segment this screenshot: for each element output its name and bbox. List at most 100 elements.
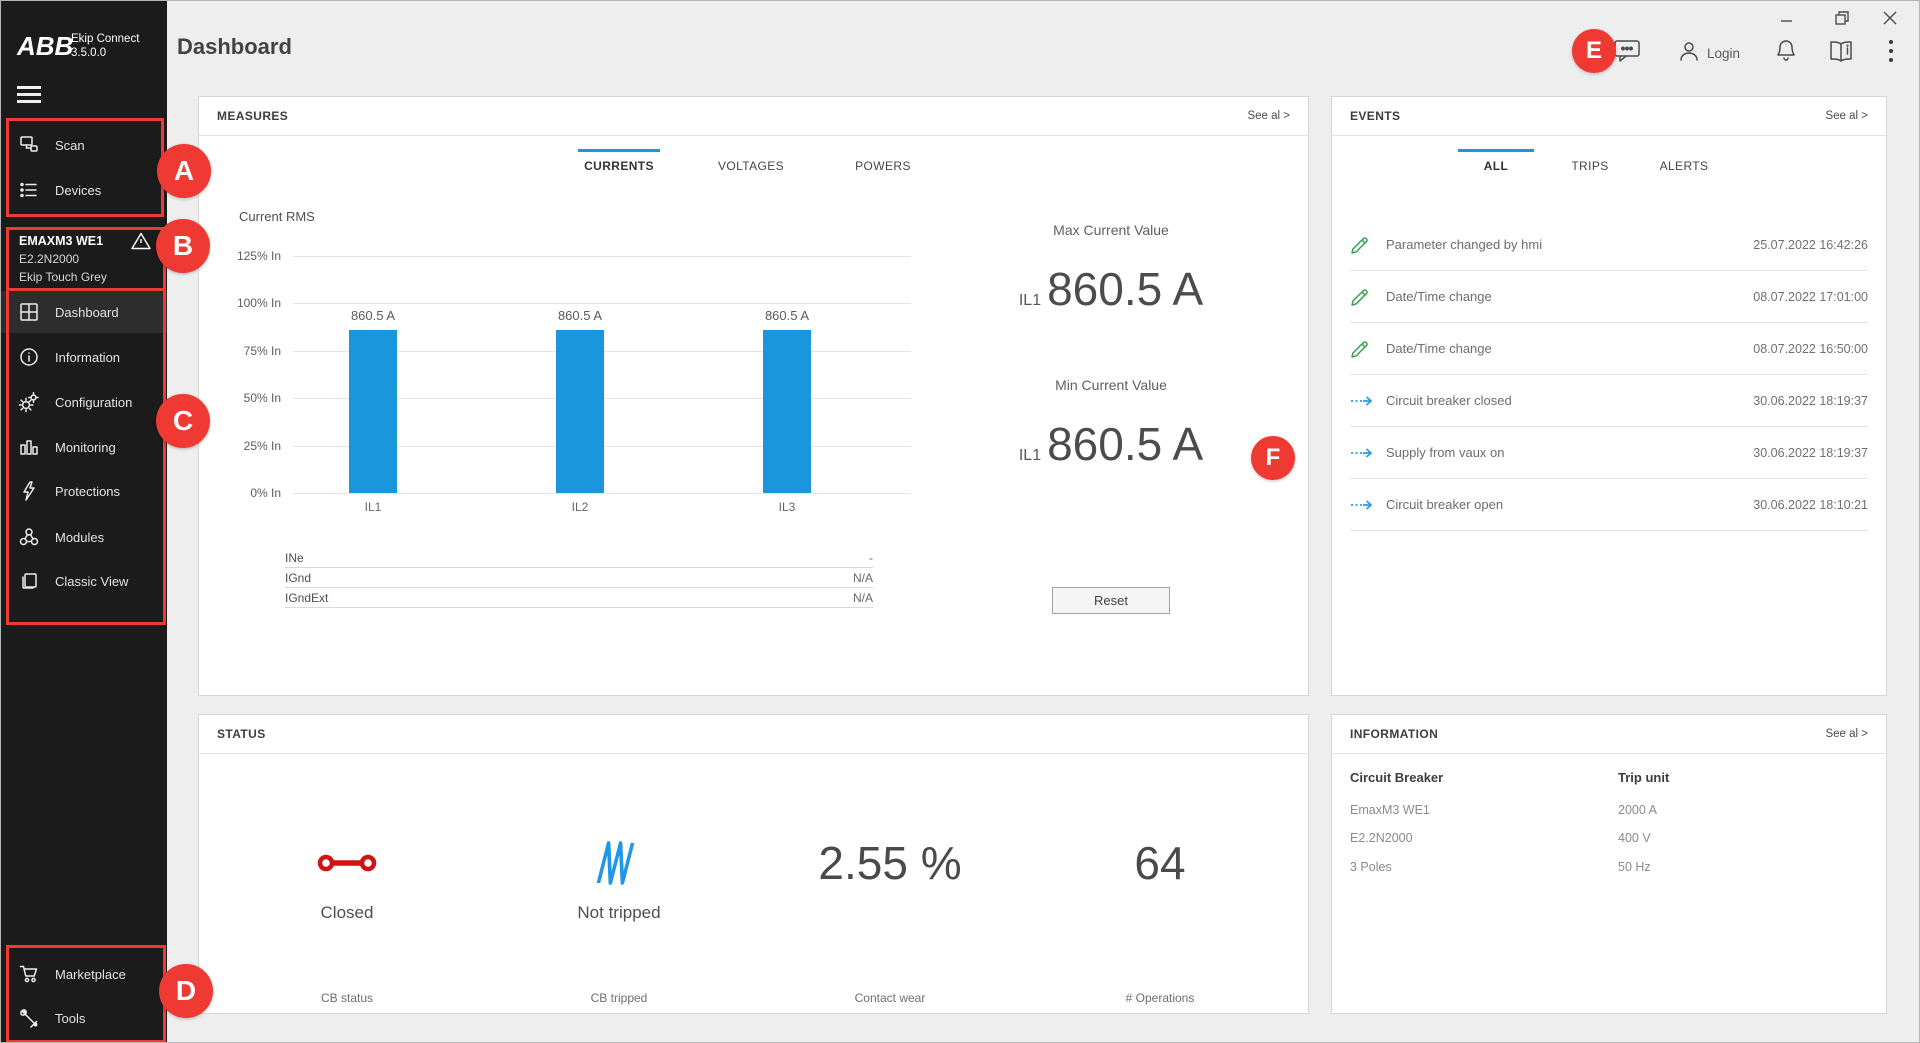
notifications-bell-icon[interactable] (1773, 38, 1799, 64)
tab-alerts[interactable]: ALERTS (1652, 149, 1716, 173)
event-time: 08.07.2022 16:50:00 (1753, 342, 1868, 356)
bar-category-label: IL3 (763, 500, 811, 514)
close-button[interactable] (1881, 9, 1899, 32)
events-list: Parameter changed by hmi 25.07.2022 16:4… (1332, 219, 1886, 531)
tab-currents[interactable]: CURRENTS (584, 149, 654, 173)
row-value: N/A (853, 591, 873, 605)
hamburger-menu-icon[interactable] (17, 86, 41, 104)
sidebar-item-configuration[interactable]: Configuration (1, 381, 167, 423)
lightning-icon (19, 481, 39, 501)
sidebar-item-label: Classic View (55, 574, 128, 589)
annotation-marker-b: B (156, 219, 210, 273)
min-current-phase: IL1 (1019, 447, 1041, 464)
row-label: INe (285, 551, 304, 565)
sidebar: ABB Ekip Connect 3.5.0.0 Scan Devices EM… (1, 1, 167, 1042)
reset-button[interactable]: Reset (1052, 587, 1170, 614)
column-header: Trip unit (1618, 770, 1669, 785)
column-header: Circuit Breaker (1350, 770, 1443, 785)
current-rms-bar-chart: 125% In 100% In 75% In 50% In 25% In 0% … (293, 256, 911, 493)
sidebar-item-label: Devices (55, 183, 101, 198)
bar-il1 (349, 330, 397, 493)
bar-value-label: 860.5 A (351, 308, 395, 323)
info-value: 2000 A (1618, 803, 1657, 817)
sidebar-item-information[interactable]: Information (1, 336, 167, 378)
cb-tripped-icon (509, 831, 729, 895)
annotation-marker-a: A (157, 144, 211, 198)
information-panel: INFORMATION See al > Circuit Breaker Ema… (1331, 714, 1887, 1014)
max-current-label: Max Current Value (921, 222, 1301, 238)
events-see-all-link[interactable]: See al > (1825, 110, 1868, 122)
sidebar-item-tools[interactable]: Tools (1, 997, 167, 1039)
event-time: 30.06.2022 18:19:37 (1753, 394, 1868, 408)
devices-list-icon (19, 180, 39, 200)
sidebar-item-protections[interactable]: Protections (1, 470, 167, 512)
contact-wear-block: 2.55 % Contact wear (780, 753, 1000, 1015)
contact-wear-label: Contact wear (780, 991, 1000, 1005)
minimize-button[interactable] (1779, 13, 1795, 32)
operations-value: 64 (1134, 836, 1185, 890)
restore-window-button[interactable] (1833, 9, 1851, 32)
max-current-value: IL1860.5 A (921, 262, 1301, 316)
sidebar-item-label: Monitoring (55, 440, 116, 455)
measures-see-all-link[interactable]: See al > (1247, 110, 1290, 122)
annotation-marker-e: E (1572, 29, 1616, 73)
tab-all[interactable]: ALL (1464, 149, 1528, 173)
sidebar-item-label: Scan (55, 138, 85, 153)
status-panel: STATUS Closed CB status Not tripped CB t… (198, 714, 1309, 1014)
event-time: 30.06.2022 18:19:37 (1753, 446, 1868, 460)
tools-icon (19, 1008, 39, 1028)
manual-book-icon[interactable] (1827, 40, 1855, 64)
information-see-all-link[interactable]: See al > (1825, 728, 1868, 740)
login-button[interactable]: Login (1677, 39, 1740, 68)
cb-tripped-value: Not tripped (509, 903, 729, 923)
table-row: IGnd N/A (285, 568, 873, 588)
event-time: 25.07.2022 16:42:26 (1753, 238, 1868, 252)
sidebar-item-classic-view[interactable]: Classic View (1, 560, 167, 602)
device-trip-unit: Ekip Touch Grey (19, 270, 159, 284)
modules-icon (19, 527, 39, 547)
y-tick: 50% In (221, 391, 281, 405)
kebab-menu-icon[interactable] (1887, 37, 1895, 65)
event-row: Date/Time change 08.07.2022 16:50:00 (1350, 323, 1868, 375)
bar-category-label: IL1 (349, 500, 397, 514)
annotation-marker-c: C (156, 394, 210, 448)
bar-il2 (556, 330, 604, 493)
info-value: EmaxM3 WE1 (1350, 803, 1430, 817)
app-window: ABB Ekip Connect 3.5.0.0 Scan Devices EM… (0, 0, 1920, 1043)
event-label: Parameter changed by hmi (1386, 237, 1753, 252)
sidebar-item-monitoring[interactable]: Monitoring (1, 426, 167, 468)
min-current-label: Min Current Value (921, 377, 1301, 393)
operations-block: 64 # Operations (1050, 753, 1270, 1015)
bar-value-label: 860.5 A (765, 308, 809, 323)
measures-tabs: CURRENTS VOLTAGES POWERS (584, 149, 918, 173)
device-selector[interactable]: EMAXM3 WE1 E2.2N2000 Ekip Touch Grey (19, 234, 159, 284)
min-current-value: IL1860.5 A (921, 417, 1301, 471)
sidebar-item-marketplace[interactable]: Marketplace (1, 953, 167, 995)
sidebar-item-devices[interactable]: Devices (1, 169, 167, 211)
neutral-ground-table: INe - IGnd N/A IGndExt N/A (285, 548, 873, 608)
tab-trips[interactable]: TRIPS (1558, 149, 1622, 173)
row-value: - (869, 551, 873, 565)
measures-panel: MEASURES See al > CURRENTS VOLTAGES POWE… (198, 96, 1309, 696)
tab-powers[interactable]: POWERS (848, 149, 918, 173)
event-row: Date/Time change 08.07.2022 17:01:00 (1350, 271, 1868, 323)
info-icon (19, 347, 39, 367)
y-tick: 100% In (221, 296, 281, 310)
page-title: Dashboard (177, 34, 292, 60)
chat-icon[interactable] (1613, 38, 1641, 64)
event-time: 08.07.2022 17:01:00 (1753, 290, 1868, 304)
abb-logo: ABB (17, 31, 73, 62)
tab-voltages[interactable]: VOLTAGES (716, 149, 786, 173)
sidebar-item-scan[interactable]: Scan (1, 124, 167, 166)
dashed-arrow-icon (1350, 447, 1374, 459)
event-label: Circuit breaker closed (1386, 393, 1753, 408)
y-tick: 0% In (221, 486, 281, 500)
login-label: Login (1707, 46, 1740, 61)
cb-tripped-block: Not tripped CB tripped (509, 753, 729, 1015)
event-label: Supply from vaux on (1386, 445, 1753, 460)
event-row: Supply from vaux on 30.06.2022 18:19:37 (1350, 427, 1868, 479)
event-row: Parameter changed by hmi 25.07.2022 16:4… (1350, 219, 1868, 271)
info-value: 400 V (1618, 831, 1651, 845)
sidebar-item-modules[interactable]: Modules (1, 516, 167, 558)
sidebar-item-dashboard[interactable]: Dashboard (1, 291, 167, 333)
